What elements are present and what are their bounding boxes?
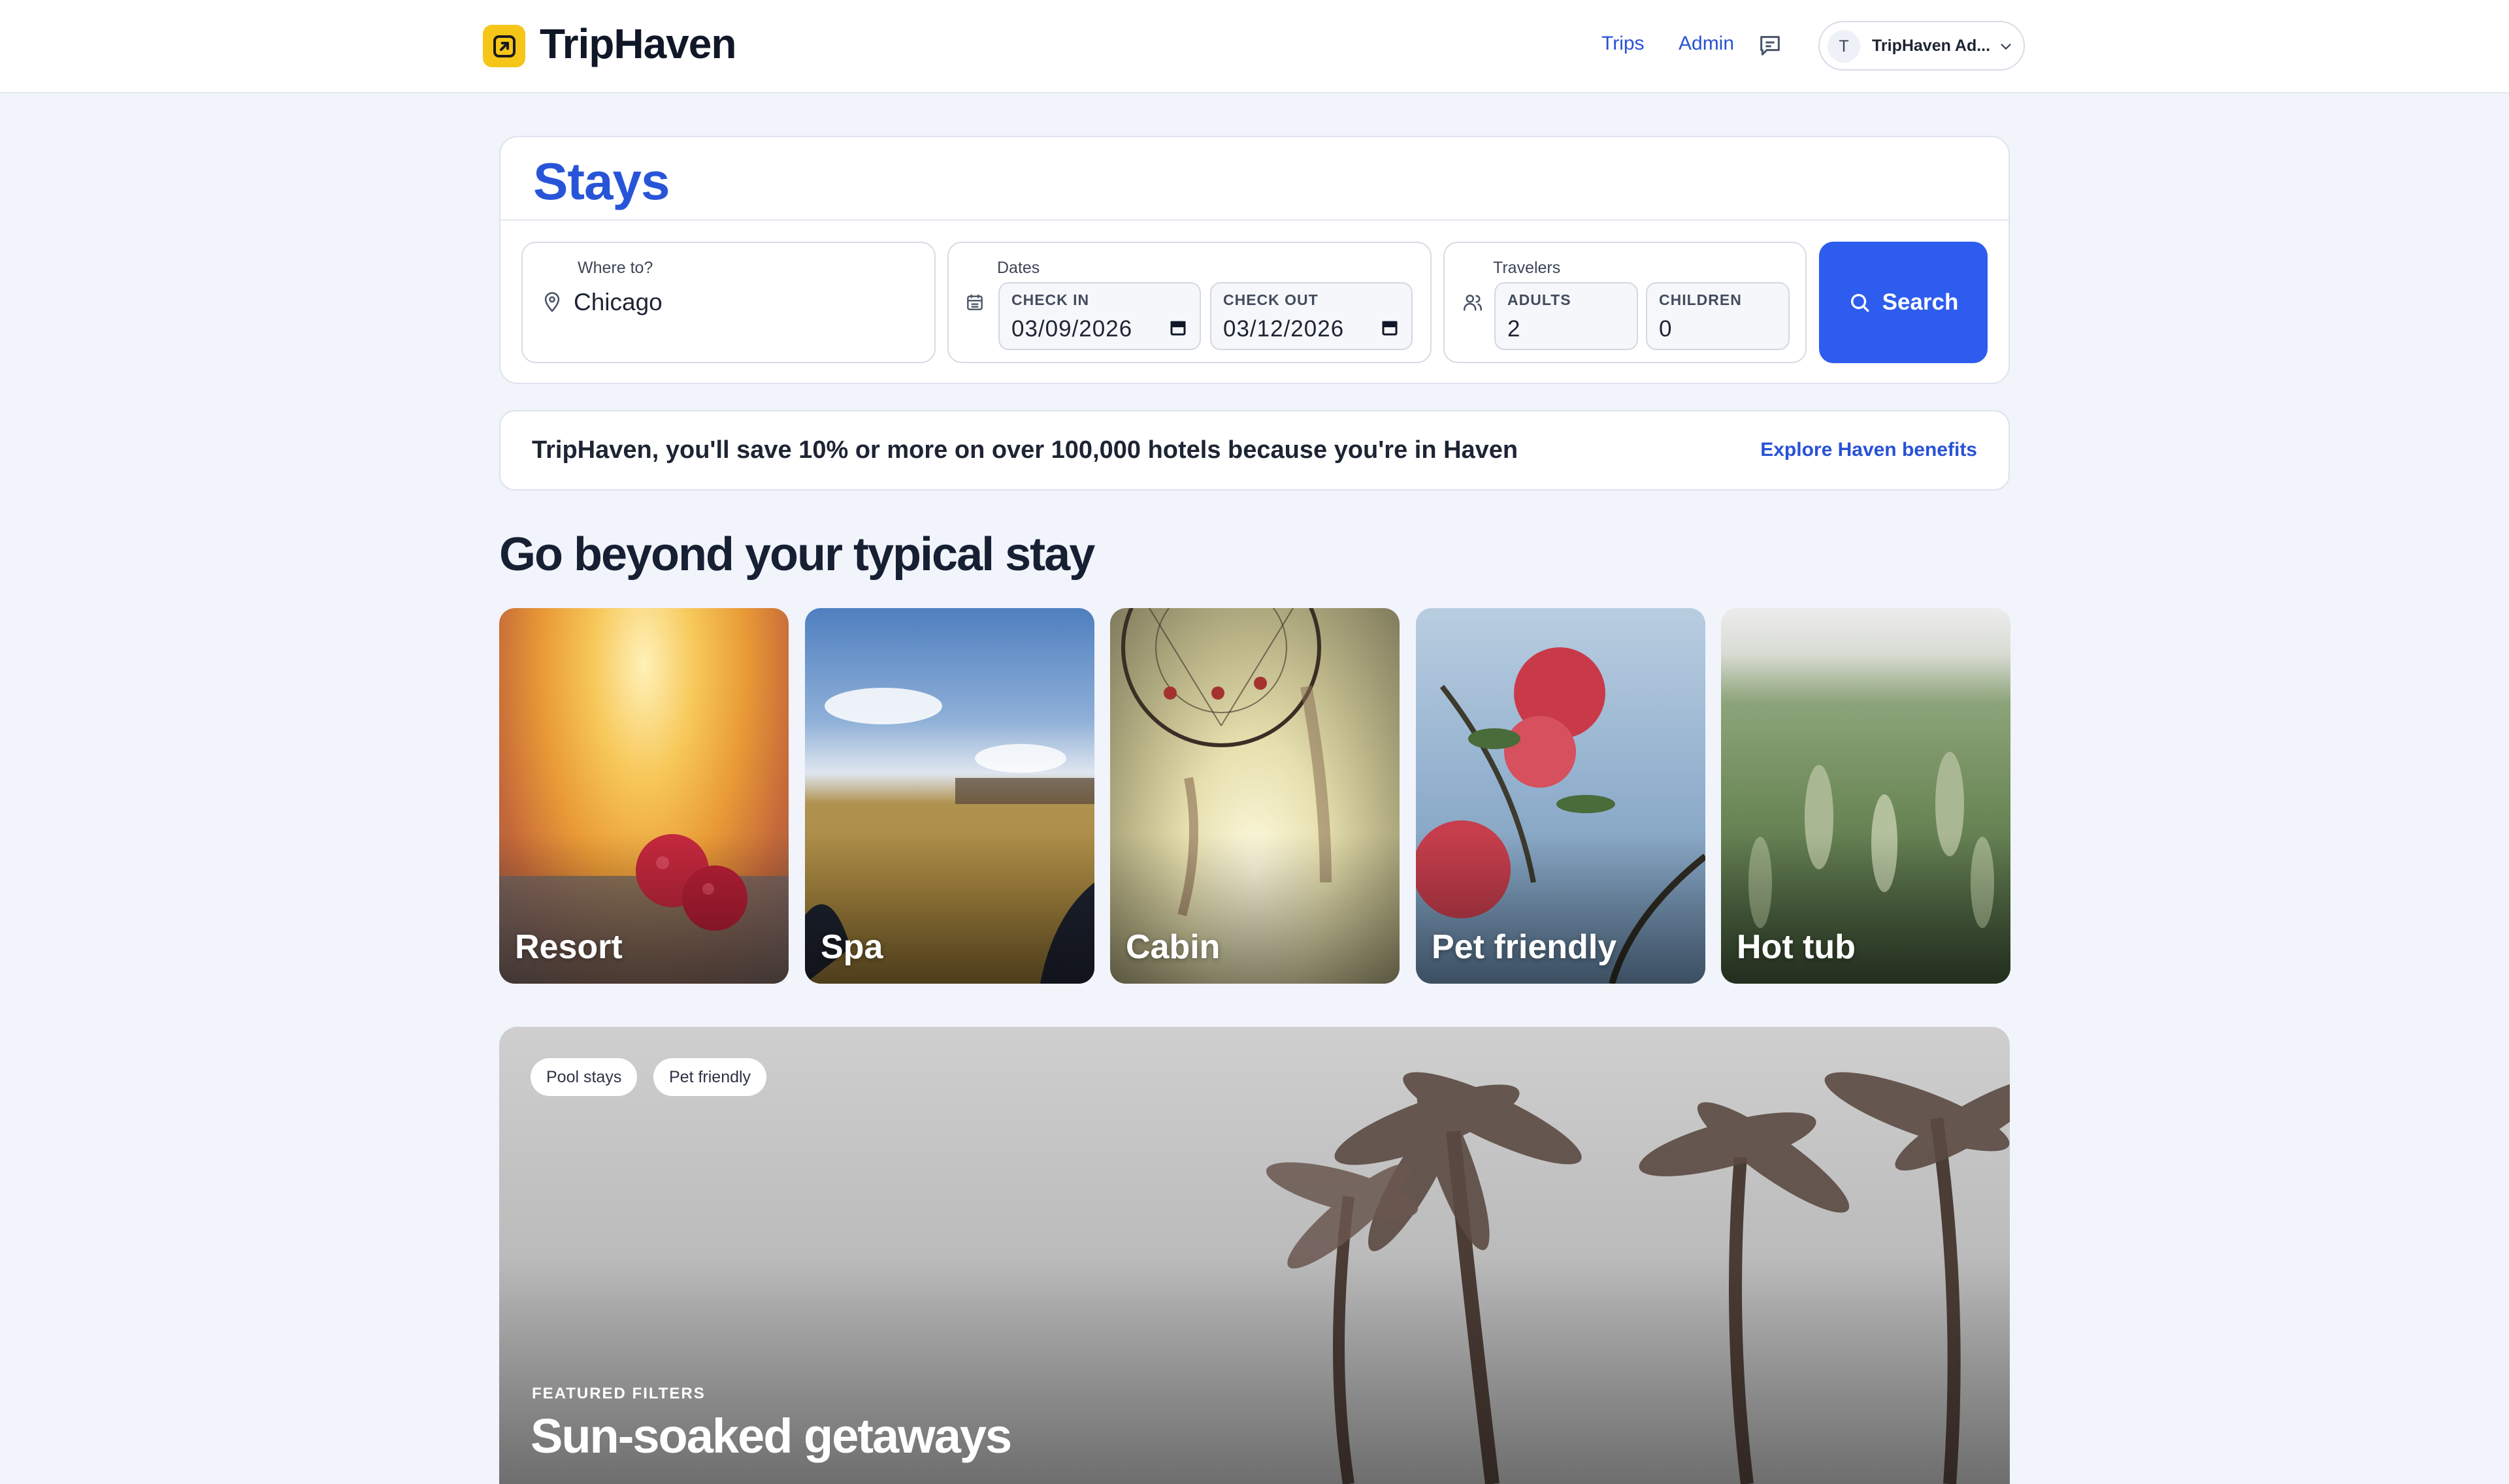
search-button-label: Search [1882,289,1959,315]
chevron-down-icon [1999,39,2013,54]
featured-title: Sun-soaked getaways [531,1409,1012,1463]
category-label: Resort [515,928,623,966]
adults-input[interactable]: ADULTS 2 [1494,282,1638,350]
category-label: Spa [821,928,883,966]
explore-benefits-link[interactable]: Explore Haven benefits [1760,439,1977,461]
account-name: TripHaven Ad... [1872,37,1991,55]
featured-banner[interactable]: Pool stays Pet friendly FEATURED FILTERS… [499,1027,2010,1484]
calendar-picker-icon[interactable] [1168,317,1188,338]
travelers-label: Travelers [1493,259,1561,277]
category-label: Hot tub [1737,928,1856,966]
children-input[interactable]: CHILDREN 0 [1646,282,1790,350]
divider [500,219,2009,221]
section-title: Go beyond your typical stay [499,528,1095,581]
dates-field: Dates CHECK IN 03/09/2026 CHECK OUT 03/1… [947,242,1432,363]
promo-text: TripHaven, you'll save 10% or more on ov… [532,436,1518,464]
destination-label: Where to? [578,259,653,277]
nav-trips-link[interactable]: Trips [1601,33,1645,55]
check-in-input[interactable]: CHECK IN 03/09/2026 [998,282,1201,350]
featured-kicker: FEATURED FILTERS [532,1385,706,1402]
category-tile-resort[interactable]: Resort [499,608,789,984]
top-nav-bar: TripHaven Trips Admin T TripHaven Ad... [0,0,2509,93]
account-menu-button[interactable]: T TripHaven Ad... [1818,21,2025,71]
stays-search-card: Stays Where to? Chicago Dates CHECK IN 0… [499,136,2010,384]
category-tile-cabin[interactable]: Cabin [1110,608,1400,984]
check-in-label: CHECK IN [1011,291,1090,308]
children-label: CHILDREN [1659,291,1742,308]
haven-promo-banner: TripHaven, you'll save 10% or more on ov… [499,410,2010,491]
category-tile-spa[interactable]: Spa [805,608,1094,984]
nav-admin-link[interactable]: Admin [1679,33,1734,55]
people-icon [1462,291,1484,314]
search-button[interactable]: Search [1819,242,1988,363]
page-title: Stays [533,152,670,210]
category-tile-pet-friendly[interactable]: Pet friendly [1416,608,1705,984]
search-icon [1850,293,1869,312]
calendar-icon [964,291,985,314]
adults-label: ADULTS [1507,291,1571,308]
children-value: 0 [1659,316,1673,342]
check-out-label: CHECK OUT [1223,291,1319,308]
chip-pool-stays[interactable]: Pool stays [531,1058,638,1096]
map-pin-icon [541,290,563,314]
destination-input[interactable]: Chicago [574,289,663,316]
travelers-field: Travelers ADULTS 2 CHILDREN 0 [1443,242,1807,363]
check-in-value: 03/09/2026 [1011,316,1133,342]
messages-icon[interactable] [1757,33,1783,59]
check-out-input[interactable]: CHECK OUT 03/12/2026 [1210,282,1413,350]
dates-label: Dates [997,259,1040,277]
category-label: Pet friendly [1432,928,1617,966]
category-label: Cabin [1126,928,1221,966]
category-tile-hot-tub[interactable]: Hot tub [1721,608,2010,984]
brand-logo-icon[interactable] [483,25,525,67]
brand-name[interactable]: TripHaven [540,20,736,68]
adults-value: 2 [1507,316,1521,342]
calendar-picker-icon[interactable] [1380,317,1400,338]
check-out-value: 03/12/2026 [1223,316,1345,342]
avatar: T [1828,30,1860,63]
destination-field[interactable]: Where to? Chicago [521,242,936,363]
chip-pet-friendly[interactable]: Pet friendly [653,1058,767,1096]
